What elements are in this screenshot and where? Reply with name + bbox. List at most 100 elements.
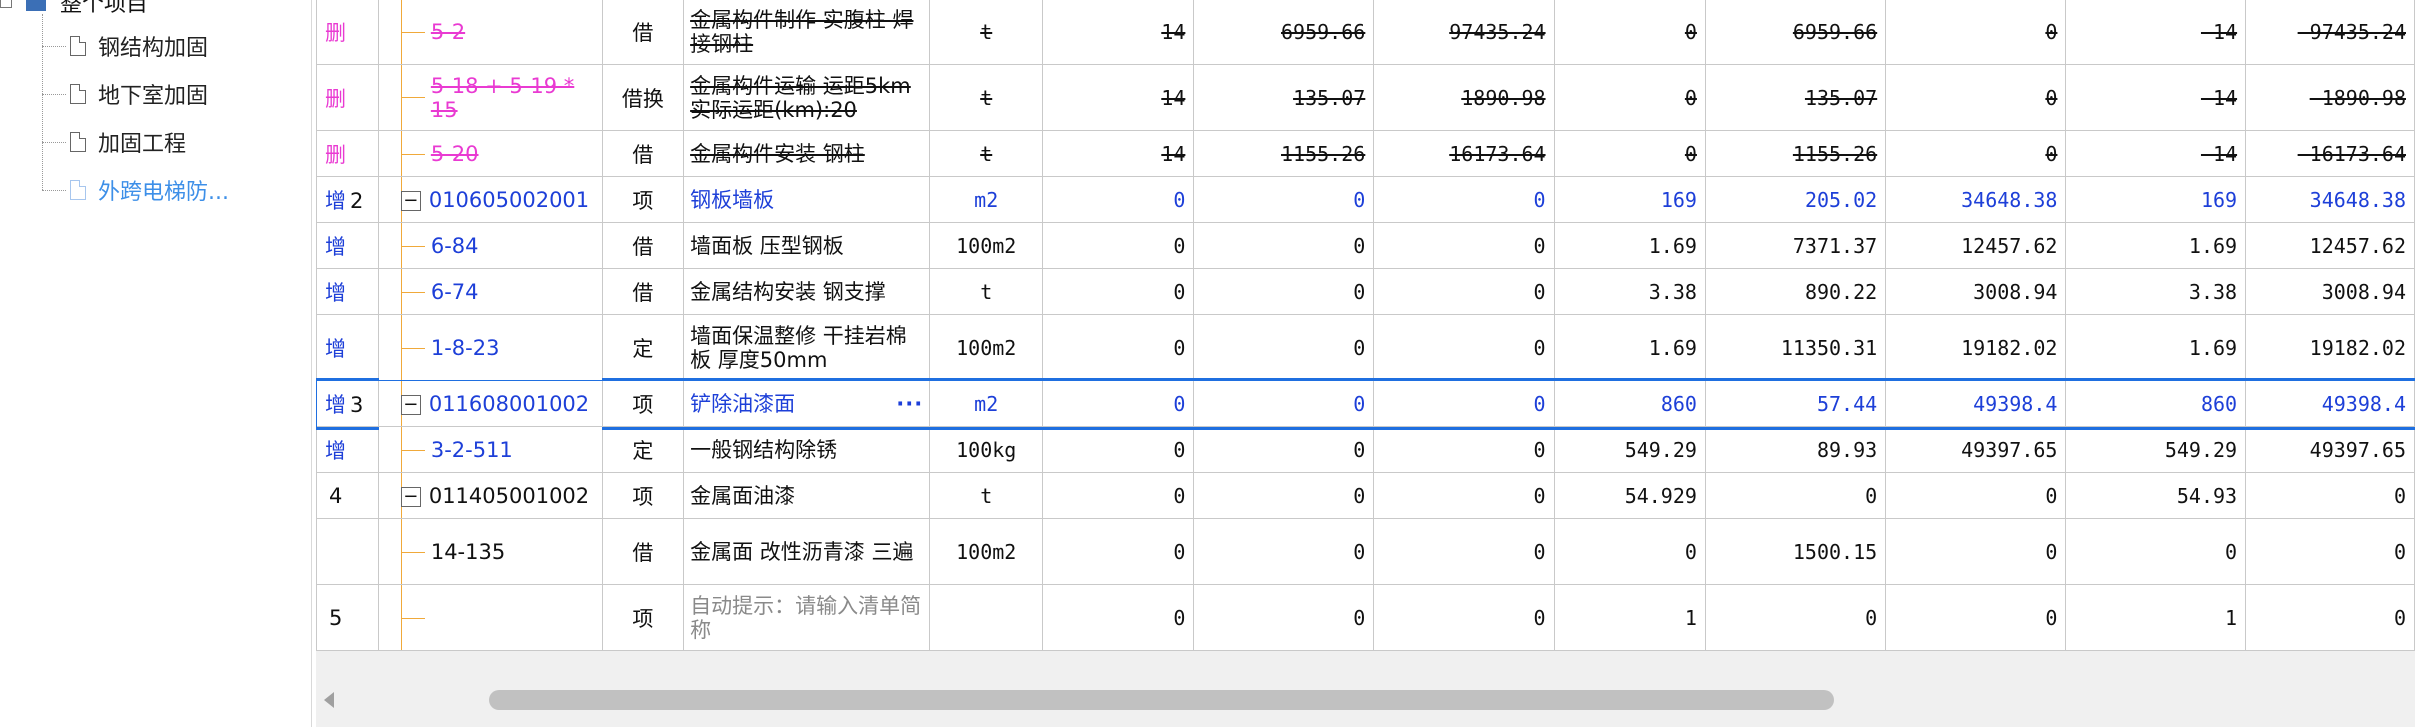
table-row[interactable]: 删 5-18 + 5-19 * 15 借换 金属构件运输 运距5km 实际运距(km)… xyxy=(316,64,2415,131)
item-type-cell[interactable]: 项 xyxy=(601,584,685,651)
value-cell-5[interactable]: 205.02 xyxy=(1704,176,1887,223)
value-cell-4[interactable]: 1 xyxy=(1553,584,1706,651)
code-cell[interactable]: −010605002001 xyxy=(377,176,603,223)
item-type-cell[interactable]: 借 xyxy=(601,268,685,315)
item-type-cell[interactable]: 借换 xyxy=(601,64,685,131)
row-status-cell[interactable]: 增 xyxy=(316,426,379,473)
value-cell-6[interactable]: 12457.62 xyxy=(1885,222,2067,269)
row-status-cell[interactable]: 增2 xyxy=(316,176,379,223)
value-cell-5[interactable]: 89.93 xyxy=(1704,426,1887,473)
value-cell-8[interactable]: 0 xyxy=(2245,472,2415,519)
row-status-cell[interactable]: 增 xyxy=(316,314,379,381)
value-cell-3[interactable]: 16173.64 xyxy=(1373,130,1555,177)
row-status-cell[interactable]: 增 xyxy=(316,268,379,315)
value-cell-1[interactable]: 0 xyxy=(1042,584,1195,651)
value-cell-4[interactable]: 3.38 xyxy=(1553,268,1706,315)
table-row[interactable]: 14-135 借金属面 改性沥青漆 三遍 100m2 0 0 0 0 1500.15 0 0 0 xyxy=(316,518,2415,585)
unit-cell[interactable]: 100kg xyxy=(929,426,1044,473)
value-cell-4[interactable]: 0 xyxy=(1553,64,1706,131)
value-cell-7[interactable]: 1.69 xyxy=(2065,314,2247,381)
value-cell-8[interactable]: 49398.4 xyxy=(2245,380,2415,427)
tree-item-external-elevator[interactable]: 外跨电梯防... xyxy=(42,172,229,208)
table-row[interactable]: 增 6-84 借墙面板 压型钢板 100m2 0 0 0 1.69 7371.37 12457.6… xyxy=(316,222,2415,269)
item-name-cell[interactable]: 金属构件安装 钢柱 xyxy=(683,130,931,177)
unit-cell[interactable]: 100m2 xyxy=(929,518,1044,585)
row-status-cell[interactable]: 增 xyxy=(316,222,379,269)
value-cell-6[interactable]: 0 xyxy=(1885,472,2067,519)
value-cell-4[interactable]: 54.929 xyxy=(1553,472,1706,519)
unit-cell[interactable]: t xyxy=(929,64,1044,131)
table-row[interactable]: 5 项自动提示：请输入清单简称 0 0 0 1 0 0 1 0 xyxy=(316,584,2415,651)
value-cell-3[interactable]: 0 xyxy=(1373,472,1555,519)
tree-root[interactable]: 整个项目 xyxy=(0,0,148,17)
value-cell-2[interactable]: 0 xyxy=(1193,584,1375,651)
code-cell[interactable]: 1-8-23 xyxy=(377,314,603,381)
value-cell-7[interactable]: -14 xyxy=(2065,0,2247,65)
unit-cell[interactable]: m2 xyxy=(929,380,1044,427)
value-cell-2[interactable]: 0 xyxy=(1193,472,1375,519)
scroll-left-arrow-icon[interactable] xyxy=(324,692,334,708)
value-cell-7[interactable]: -14 xyxy=(2065,64,2247,131)
value-cell-5[interactable]: 1155.26 xyxy=(1704,130,1887,177)
value-cell-8[interactable]: 49397.65 xyxy=(2245,426,2415,473)
row-status-cell[interactable]: 5 xyxy=(316,584,379,651)
value-cell-2[interactable]: 0 xyxy=(1193,268,1375,315)
value-cell-2[interactable]: 0 xyxy=(1193,518,1375,585)
value-cell-1[interactable]: 0 xyxy=(1042,518,1195,585)
value-cell-1[interactable]: 14 xyxy=(1042,64,1195,131)
value-cell-4[interactable]: 0 xyxy=(1553,130,1706,177)
value-cell-4[interactable]: 0 xyxy=(1553,518,1706,585)
item-name-cell[interactable]: 墙面板 压型钢板 xyxy=(683,222,931,269)
value-cell-3[interactable]: 0 xyxy=(1373,584,1555,651)
code-cell[interactable]: 3-2-511 xyxy=(377,426,603,473)
value-cell-6[interactable]: 0 xyxy=(1885,64,2067,131)
item-type-cell[interactable]: 定 xyxy=(601,426,685,473)
value-cell-8[interactable]: 0 xyxy=(2245,518,2415,585)
value-cell-7[interactable]: 54.93 xyxy=(2065,472,2247,519)
collapse-toggle-icon[interactable]: − xyxy=(400,486,421,507)
unit-cell[interactable]: t xyxy=(929,130,1044,177)
value-cell-7[interactable]: -14 xyxy=(2065,130,2247,177)
value-cell-4[interactable]: 169 xyxy=(1553,176,1706,223)
value-cell-3[interactable]: 0 xyxy=(1373,176,1555,223)
value-cell-5[interactable]: 7371.37 xyxy=(1704,222,1887,269)
tree-item-steel-reinforcement[interactable]: 钢结构加固 xyxy=(42,28,208,64)
unit-cell[interactable] xyxy=(929,584,1044,651)
item-name-cell[interactable]: 墙面保温整修 干挂岩棉板 厚度50mm xyxy=(683,314,931,381)
value-cell-1[interactable]: 14 xyxy=(1042,0,1195,65)
item-type-cell[interactable]: 定 xyxy=(601,314,685,381)
value-cell-2[interactable]: 0 xyxy=(1193,176,1375,223)
value-cell-4[interactable]: 549.29 xyxy=(1553,426,1706,473)
value-cell-2[interactable]: 1155.26 xyxy=(1193,130,1375,177)
code-cell[interactable]: 6-84 xyxy=(377,222,603,269)
value-cell-5[interactable]: 11350.31 xyxy=(1704,314,1887,381)
item-name-cell[interactable]: 钢板墙板 xyxy=(683,176,931,223)
table-row[interactable]: 增 3-2-511 定一般钢结构除锈 100kg 0 0 0 549.29 89.93 49397… xyxy=(316,426,2415,473)
value-cell-7[interactable]: 1.69 xyxy=(2065,222,2247,269)
horizontal-scrollbar[interactable] xyxy=(316,686,2415,714)
item-name-cell[interactable]: 金属构件运输 运距5km 实际运距(km):20 xyxy=(683,64,931,131)
table-row[interactable]: 增 2−010605002001 项钢板墙板 m2 0 0 0 169 205.02 34648.… xyxy=(316,176,2415,223)
value-cell-7[interactable]: 549.29 xyxy=(2065,426,2247,473)
value-cell-8[interactable]: 3008.94 xyxy=(2245,268,2415,315)
table-row[interactable]: 4−011405001002 项金属面油漆 t 0 0 0 54.929 0 0 54.93 0 xyxy=(316,472,2415,519)
code-cell[interactable]: 6-74 xyxy=(377,268,603,315)
item-name-cell[interactable]: ··· 铲除油漆面 xyxy=(683,380,931,427)
value-cell-3[interactable]: 0 xyxy=(1373,268,1555,315)
item-type-cell[interactable]: 项 xyxy=(601,380,685,427)
value-cell-1[interactable]: 0 xyxy=(1042,472,1195,519)
value-cell-3[interactable]: 1890.98 xyxy=(1373,64,1555,131)
value-cell-1[interactable]: 0 xyxy=(1042,426,1195,473)
row-status-cell[interactable]: 删 xyxy=(316,0,379,65)
value-cell-3[interactable]: 0 xyxy=(1373,426,1555,473)
value-cell-1[interactable]: 14 xyxy=(1042,130,1195,177)
item-name-cell[interactable]: 金属面 改性沥青漆 三遍 xyxy=(683,518,931,585)
value-cell-1[interactable]: 0 xyxy=(1042,380,1195,427)
value-cell-4[interactable]: 1.69 xyxy=(1553,314,1706,381)
code-cell[interactable]: 5-20 xyxy=(377,130,603,177)
value-cell-2[interactable]: 6959.66 xyxy=(1193,0,1375,65)
scrollbar-thumb[interactable] xyxy=(489,690,1834,710)
value-cell-6[interactable]: 0 xyxy=(1885,584,2067,651)
value-cell-6[interactable]: 34648.38 xyxy=(1885,176,2067,223)
value-cell-8[interactable]: 12457.62 xyxy=(2245,222,2415,269)
